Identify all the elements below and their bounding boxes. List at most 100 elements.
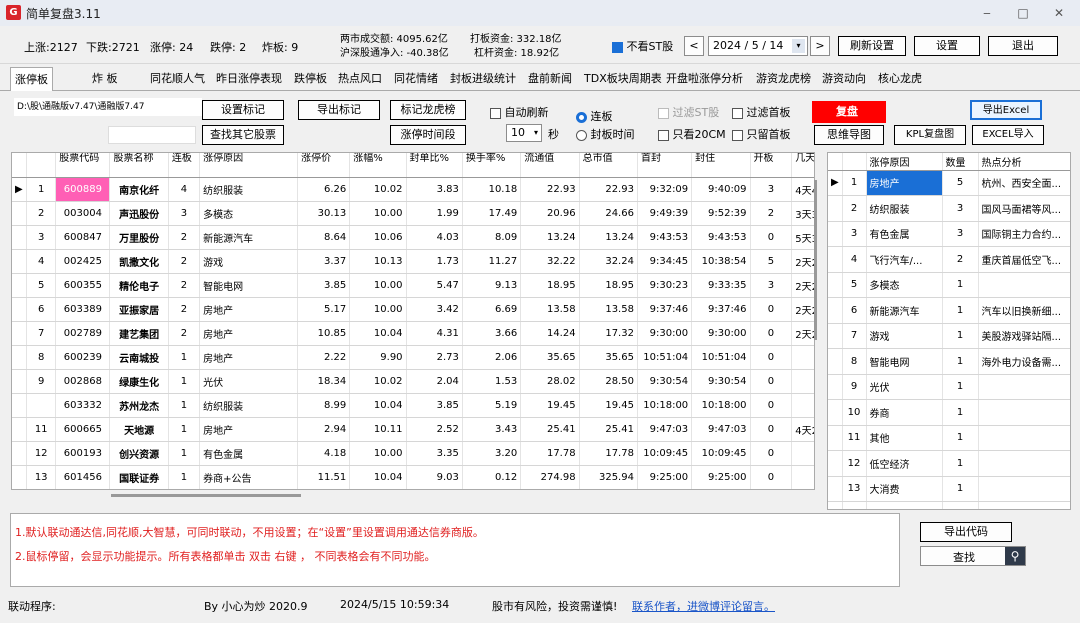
tab-8[interactable]: 盘前新闻: [524, 67, 576, 91]
column-header[interactable]: 数量: [942, 153, 979, 171]
table-row[interactable]: 5 多模态 1: [828, 272, 1070, 298]
table-row[interactable]: 3 有色金属 3 国际铜主力合约...: [828, 221, 1070, 247]
export-code-button[interactable]: 导出代码: [920, 522, 1012, 542]
column-header[interactable]: [12, 153, 28, 178]
tab-4[interactable]: 跌停板: [290, 67, 331, 91]
find-other-button[interactable]: 查找其它股票: [202, 125, 284, 145]
column-header[interactable]: 几天几板: [791, 153, 814, 178]
table-row[interactable]: 4 飞行汽车/... 2 重庆首届低空飞...: [828, 246, 1070, 273]
table-row[interactable]: 2 纺织服装 3 国风马面裙等风...: [828, 195, 1070, 222]
settings-button[interactable]: 设置: [914, 36, 980, 56]
column-header[interactable]: 封单比%: [406, 153, 463, 178]
column-header[interactable]: 股票名称: [109, 153, 169, 178]
table-row[interactable]: 13 601456 国联证券 1 券商+公告 11.51 10.04 9.03 0.12 274.…: [12, 465, 814, 489]
limit-time-button[interactable]: 涨停时间段: [390, 125, 466, 145]
contact-link[interactable]: 联系作者，进微博评论留言。: [632, 598, 775, 614]
tab-12[interactable]: 游资动向: [818, 67, 870, 91]
refresh-settings-button[interactable]: 刷新设置: [838, 36, 906, 56]
column-header[interactable]: 封住: [691, 153, 751, 178]
table-row[interactable]: 13 大消费 1: [828, 476, 1070, 502]
column-header[interactable]: 流通值: [520, 153, 580, 178]
lianban-radio[interactable]: 连板: [576, 108, 613, 124]
column-header[interactable]: 开板: [750, 153, 793, 178]
interval-select[interactable]: 10 ▾: [506, 124, 542, 142]
table-row[interactable]: 4 002425 凯撒文化 2 游戏 3.37 10.13 1.73 11.27 32.22 32.…: [12, 249, 814, 274]
table-row[interactable]: 9 002868 绿康生化 1 光伏 18.34 10.02 2.04 1.53 28.02 28.…: [12, 369, 814, 394]
column-header[interactable]: 热点分析: [978, 153, 1070, 171]
tab-9[interactable]: TDX板块周期表: [580, 67, 666, 91]
only20-checkbox[interactable]: 只看20CM: [658, 126, 726, 142]
excel-import-button[interactable]: EXCEL导入: [972, 125, 1044, 145]
column-header[interactable]: 涨停价: [297, 153, 351, 178]
column-header[interactable]: [26, 153, 57, 178]
table-row[interactable]: 6 603389 亚振家居 2 房地产 5.17 10.00 3.42 6.69 13.58 13.…: [12, 297, 814, 322]
table-row[interactable]: ▶ 1 600889 南京化纤 4 纺织服装 6.26 10.02 3.83 10.18 22.93…: [12, 177, 814, 202]
keep-first-checkbox[interactable]: 只留首板: [732, 126, 791, 142]
reason-table[interactable]: 涨停原因 数量 热点分析 ▶ 1 房地产 5 杭州、西安全面... 2 纺织服装 3 国风马面裙等风…: [827, 152, 1071, 510]
table-row[interactable]: 5 600355 精伦电子 2 智能电网 3.85 10.00 5.47 9.13 18.95 18…: [12, 273, 814, 298]
tab-0[interactable]: 涨停板: [10, 67, 53, 91]
tab-1[interactable]: 炸 板: [88, 67, 122, 91]
tab-2[interactable]: 同花顺人气: [146, 67, 209, 91]
tab-7[interactable]: 封板进级统计: [446, 67, 520, 91]
table-row[interactable]: 11 600665 天地源 1 房地产 2.94 10.11 2.52 3.43 25.41 25.…: [12, 417, 814, 442]
table-row[interactable]: 2 003004 声迅股份 3 多模态 30.13 10.00 1.99 17.49 20.96 2…: [12, 201, 814, 226]
column-header[interactable]: 涨停原因: [199, 153, 299, 178]
tab-5[interactable]: 热点风口: [334, 67, 386, 91]
table-row[interactable]: 10 券商 1: [828, 399, 1070, 426]
column-header[interactable]: 涨幅%: [349, 153, 407, 178]
search-icon[interactable]: ⚲: [1005, 547, 1025, 565]
next-date-button[interactable]: >: [810, 36, 830, 56]
table-row[interactable]: 14工细胞1世界首例自体再...: [828, 501, 1070, 509]
table-row[interactable]: 8 600239 云南城投 1 房地产 2.22 9.90 2.73 2.06 35.65 35.6…: [12, 345, 814, 370]
tab-6[interactable]: 同花情绪: [390, 67, 442, 91]
table-row[interactable]: 7 游戏 1 美股游戏驿站隔...: [828, 323, 1070, 349]
column-header[interactable]: 换手率%: [462, 153, 522, 178]
mindmap-button[interactable]: 思维导图: [814, 125, 884, 145]
table-row[interactable]: 12 600193 创兴资源 1 有色金属 4.18 10.00 3.35 3.20 17.78 1…: [12, 441, 814, 466]
seal-time-radio[interactable]: 封板时间: [576, 126, 635, 142]
export-excel-button[interactable]: 导出Excel: [970, 100, 1042, 120]
prev-date-button[interactable]: <: [684, 36, 704, 56]
exit-button[interactable]: 退出: [988, 36, 1058, 56]
table-row[interactable]: 7 002789 建艺集团 2 房地产 10.85 10.04 4.31 3.66 14.24 17…: [12, 321, 814, 346]
table-row[interactable]: 12 低空经济 1: [828, 450, 1070, 477]
kpl-button[interactable]: KPL复盘图: [894, 125, 966, 145]
column-header[interactable]: 股票代码: [55, 153, 111, 178]
table-row[interactable]: 8 智能电网 1 海外电力设备需...: [828, 348, 1070, 375]
replay-button[interactable]: 复盘: [812, 101, 886, 123]
h-scrollbar[interactable]: [11, 490, 815, 502]
table-row[interactable]: 603332 苏州龙杰 1 纺织服装 8.99 10.04 3.85 5.19 19.45 19.…: [12, 393, 814, 418]
export-mark-button[interactable]: 导出标记: [298, 100, 380, 120]
maximize-button[interactable]: □: [1012, 4, 1034, 22]
tab-13[interactable]: 核心龙虎: [874, 67, 926, 91]
path-field[interactable]: D:\股\通融版v7.47\通融版7.47: [14, 98, 202, 116]
column-header[interactable]: [842, 153, 867, 171]
minimize-button[interactable]: ‒: [976, 4, 998, 22]
hide-st-checkbox[interactable]: 不看ST股: [612, 38, 673, 54]
table-row[interactable]: 11 其他 1: [828, 425, 1070, 451]
date-picker[interactable]: 2024 / 5 / 14 ▾: [708, 36, 808, 56]
column-header[interactable]: 涨停原因: [866, 153, 943, 171]
column-header[interactable]: 首封: [637, 153, 693, 178]
auto-refresh-checkbox[interactable]: 自动刷新: [490, 104, 549, 120]
tab-10[interactable]: 开盘啦涨停分析: [662, 67, 747, 91]
table-row[interactable]: 3 600847 万里股份 2 新能源汽车 8.64 10.06 4.03 8.09 13.24 1…: [12, 225, 814, 250]
column-header[interactable]: [828, 153, 843, 171]
table-row[interactable]: 6 新能源汽车 1 汽车以旧换新细...: [828, 297, 1070, 324]
filter-st-checkbox[interactable]: 过滤ST股: [658, 104, 719, 120]
tab-11[interactable]: 游资龙虎榜: [752, 67, 815, 91]
table-row[interactable]: ▶ 1 房地产 5 杭州、西安全面...: [828, 170, 1070, 196]
column-header[interactable]: 总市值: [579, 153, 638, 178]
filter-first-checkbox[interactable]: 过滤首板: [732, 104, 791, 120]
mark-dragon-button[interactable]: 标记龙虎榜: [390, 100, 466, 120]
limit-up-table[interactable]: 股票代码 股票名称 连板 涨停原因 涨停价 涨幅% 封单比% 换手率% 流通值 总市值 首封 封住 开板…: [11, 152, 815, 490]
find-box[interactable]: 查找 ⚲: [920, 546, 1026, 566]
h-scroll-thumb[interactable]: [111, 494, 301, 497]
table-row[interactable]: 9 光伏 1: [828, 374, 1070, 400]
set-mark-button[interactable]: 设置标记: [202, 100, 284, 120]
v-scroll-thumb[interactable]: [814, 180, 817, 340]
close-button[interactable]: ✕: [1048, 4, 1070, 22]
column-header[interactable]: 连板: [168, 153, 201, 178]
search-stock-input[interactable]: [108, 126, 196, 144]
